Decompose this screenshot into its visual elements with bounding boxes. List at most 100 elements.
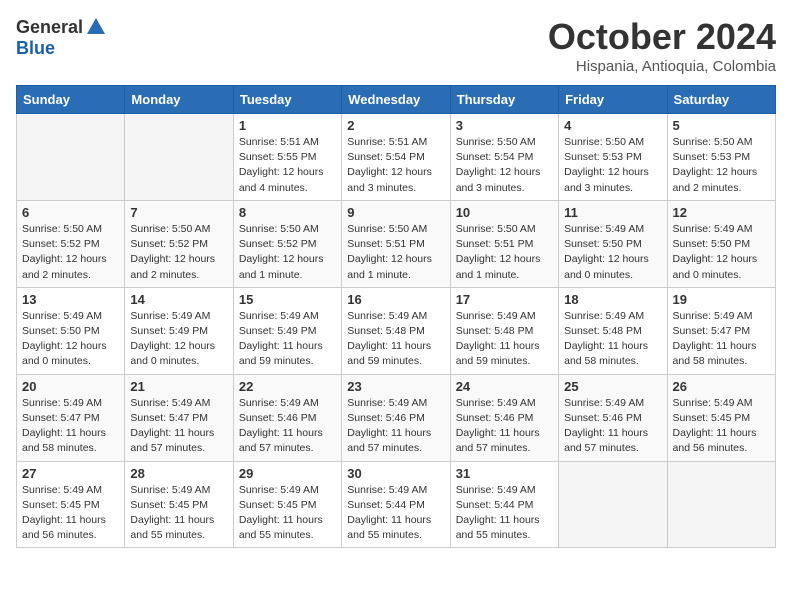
day-info: Sunrise: 5:49 AM Sunset: 5:49 PM Dayligh… xyxy=(239,309,336,370)
calendar-cell: 24 Sunrise: 5:49 AM Sunset: 5:46 PM Dayli… xyxy=(450,374,558,461)
calendar-cell: 16 Sunrise: 5:49 AM Sunset: 5:48 PM Dayli… xyxy=(342,287,450,374)
calendar-cell: 4Sunrise: 5:50 AM Sunset: 5:53 PM Daylig… xyxy=(559,114,667,201)
location-subtitle: Hispania, Antioquia, Colombia xyxy=(548,58,776,75)
day-info: Sunrise: 5:49 AM Sunset: 5:50 PM Dayligh… xyxy=(673,222,770,283)
day-info: Sunrise: 5:49 AM Sunset: 5:48 PM Dayligh… xyxy=(347,309,444,370)
day-number: 3 xyxy=(456,118,553,133)
calendar-cell: 14 Sunrise: 5:49 AM Sunset: 5:49 PM Dayli… xyxy=(125,287,233,374)
day-info: Sunrise: 5:50 AM Sunset: 5:52 PM Dayligh… xyxy=(239,222,336,283)
day-number: 23 xyxy=(347,379,444,394)
day-info: Sunrise: 5:49 AM Sunset: 5:44 PM Dayligh… xyxy=(347,483,444,544)
day-number: 30 xyxy=(347,466,444,481)
day-info: Sunrise: 5:49 AM Sunset: 5:50 PM Dayligh… xyxy=(22,309,119,370)
day-info: Sunrise: 5:49 AM Sunset: 5:44 PM Dayligh… xyxy=(456,483,553,544)
day-info: Sunrise: 5:50 AM Sunset: 5:51 PM Dayligh… xyxy=(347,222,444,283)
calendar-cell: 21 Sunrise: 5:49 AM Sunset: 5:47 PM Dayli… xyxy=(125,374,233,461)
day-of-week-header: Thursday xyxy=(450,86,558,114)
day-number: 1 xyxy=(239,118,336,133)
day-number: 20 xyxy=(22,379,119,394)
calendar-cell: 6 Sunrise: 5:50 AM Sunset: 5:52 PM Daylig… xyxy=(17,200,125,287)
day-of-week-header: Tuesday xyxy=(233,86,341,114)
day-number: 24 xyxy=(456,379,553,394)
calendar-header-row: SundayMondayTuesdayWednesdayThursdayFrid… xyxy=(17,86,776,114)
calendar-cell: 20 Sunrise: 5:49 AM Sunset: 5:47 PM Dayli… xyxy=(17,374,125,461)
day-number: 11 xyxy=(564,205,661,220)
day-info: Sunrise: 5:50 AM Sunset: 5:53 PM Dayligh… xyxy=(564,135,661,196)
calendar-cell: 17 Sunrise: 5:49 AM Sunset: 5:48 PM Dayli… xyxy=(450,287,558,374)
day-info: Sunrise: 5:49 AM Sunset: 5:45 PM Dayligh… xyxy=(22,483,119,544)
logo-icon xyxy=(85,16,107,38)
day-info: Sunrise: 5:49 AM Sunset: 5:46 PM Dayligh… xyxy=(564,396,661,457)
day-number: 21 xyxy=(130,379,227,394)
day-number: 22 xyxy=(239,379,336,394)
calendar-cell: 26Sunrise: 5:49 AM Sunset: 5:45 PM Dayli… xyxy=(667,374,775,461)
calendar-cell: 7 Sunrise: 5:50 AM Sunset: 5:52 PM Daylig… xyxy=(125,200,233,287)
day-number: 12 xyxy=(673,205,770,220)
calendar-cell: 15 Sunrise: 5:49 AM Sunset: 5:49 PM Dayli… xyxy=(233,287,341,374)
day-number: 14 xyxy=(130,292,227,307)
day-info: Sunrise: 5:50 AM Sunset: 5:53 PM Dayligh… xyxy=(673,135,770,196)
calendar-cell: 30 Sunrise: 5:49 AM Sunset: 5:44 PM Dayli… xyxy=(342,461,450,548)
day-info: Sunrise: 5:50 AM Sunset: 5:51 PM Dayligh… xyxy=(456,222,553,283)
calendar-week-row: 20 Sunrise: 5:49 AM Sunset: 5:47 PM Dayli… xyxy=(17,374,776,461)
calendar-cell: 23 Sunrise: 5:49 AM Sunset: 5:46 PM Dayli… xyxy=(342,374,450,461)
title-area: October 2024 Hispania, Antioquia, Colomb… xyxy=(548,16,776,75)
day-number: 7 xyxy=(130,205,227,220)
calendar-cell: 5 Sunrise: 5:50 AM Sunset: 5:53 PM Daylig… xyxy=(667,114,775,201)
logo-blue-text: Blue xyxy=(16,38,55,59)
day-of-week-header: Monday xyxy=(125,86,233,114)
day-info: Sunrise: 5:50 AM Sunset: 5:52 PM Dayligh… xyxy=(130,222,227,283)
day-number: 15 xyxy=(239,292,336,307)
day-number: 10 xyxy=(456,205,553,220)
day-info: Sunrise: 5:50 AM Sunset: 5:54 PM Dayligh… xyxy=(456,135,553,196)
day-info: Sunrise: 5:51 AM Sunset: 5:55 PM Dayligh… xyxy=(239,135,336,196)
day-number: 6 xyxy=(22,205,119,220)
calendar-cell: 25 Sunrise: 5:49 AM Sunset: 5:46 PM Dayli… xyxy=(559,374,667,461)
calendar-cell: 13Sunrise: 5:49 AM Sunset: 5:50 PM Dayli… xyxy=(17,287,125,374)
day-number: 16 xyxy=(347,292,444,307)
calendar-cell: 9 Sunrise: 5:50 AM Sunset: 5:51 PM Daylig… xyxy=(342,200,450,287)
day-info: Sunrise: 5:49 AM Sunset: 5:48 PM Dayligh… xyxy=(456,309,553,370)
day-info: Sunrise: 5:49 AM Sunset: 5:45 PM Dayligh… xyxy=(673,396,770,457)
day-number: 17 xyxy=(456,292,553,307)
day-number: 28 xyxy=(130,466,227,481)
calendar-cell: 8Sunrise: 5:50 AM Sunset: 5:52 PM Daylig… xyxy=(233,200,341,287)
day-info: Sunrise: 5:49 AM Sunset: 5:45 PM Dayligh… xyxy=(130,483,227,544)
day-info: Sunrise: 5:49 AM Sunset: 5:46 PM Dayligh… xyxy=(347,396,444,457)
logo: General Blue xyxy=(16,16,107,59)
calendar-cell: 19 Sunrise: 5:49 AM Sunset: 5:47 PM Dayli… xyxy=(667,287,775,374)
calendar-cell: 2Sunrise: 5:51 AM Sunset: 5:54 PM Daylig… xyxy=(342,114,450,201)
calendar-cell xyxy=(125,114,233,201)
day-info: Sunrise: 5:49 AM Sunset: 5:46 PM Dayligh… xyxy=(239,396,336,457)
day-info: Sunrise: 5:50 AM Sunset: 5:52 PM Dayligh… xyxy=(22,222,119,283)
month-title: October 2024 xyxy=(548,16,776,58)
day-of-week-header: Friday xyxy=(559,86,667,114)
calendar-cell: 12 Sunrise: 5:49 AM Sunset: 5:50 PM Dayli… xyxy=(667,200,775,287)
day-number: 5 xyxy=(673,118,770,133)
calendar-cell: 31 Sunrise: 5:49 AM Sunset: 5:44 PM Dayli… xyxy=(450,461,558,548)
day-info: Sunrise: 5:49 AM Sunset: 5:47 PM Dayligh… xyxy=(673,309,770,370)
day-of-week-header: Sunday xyxy=(17,86,125,114)
calendar-cell xyxy=(667,461,775,548)
calendar-cell: 10 Sunrise: 5:50 AM Sunset: 5:51 PM Dayli… xyxy=(450,200,558,287)
day-info: Sunrise: 5:49 AM Sunset: 5:47 PM Dayligh… xyxy=(22,396,119,457)
calendar-week-row: 13Sunrise: 5:49 AM Sunset: 5:50 PM Dayli… xyxy=(17,287,776,374)
calendar-cell xyxy=(17,114,125,201)
day-info: Sunrise: 5:49 AM Sunset: 5:47 PM Dayligh… xyxy=(130,396,227,457)
day-number: 9 xyxy=(347,205,444,220)
day-of-week-header: Saturday xyxy=(667,86,775,114)
day-number: 25 xyxy=(564,379,661,394)
day-number: 29 xyxy=(239,466,336,481)
day-of-week-header: Wednesday xyxy=(342,86,450,114)
day-info: Sunrise: 5:49 AM Sunset: 5:50 PM Dayligh… xyxy=(564,222,661,283)
day-info: Sunrise: 5:49 AM Sunset: 5:46 PM Dayligh… xyxy=(456,396,553,457)
logo-general-text: General xyxy=(16,17,83,38)
calendar-table: SundayMondayTuesdayWednesdayThursdayFrid… xyxy=(16,85,776,548)
day-info: Sunrise: 5:49 AM Sunset: 5:49 PM Dayligh… xyxy=(130,309,227,370)
calendar-cell: 29Sunrise: 5:49 AM Sunset: 5:45 PM Dayli… xyxy=(233,461,341,548)
day-info: Sunrise: 5:49 AM Sunset: 5:48 PM Dayligh… xyxy=(564,309,661,370)
calendar-cell: 27Sunrise: 5:49 AM Sunset: 5:45 PM Dayli… xyxy=(17,461,125,548)
day-number: 19 xyxy=(673,292,770,307)
day-number: 31 xyxy=(456,466,553,481)
calendar-cell: 11 Sunrise: 5:49 AM Sunset: 5:50 PM Dayli… xyxy=(559,200,667,287)
